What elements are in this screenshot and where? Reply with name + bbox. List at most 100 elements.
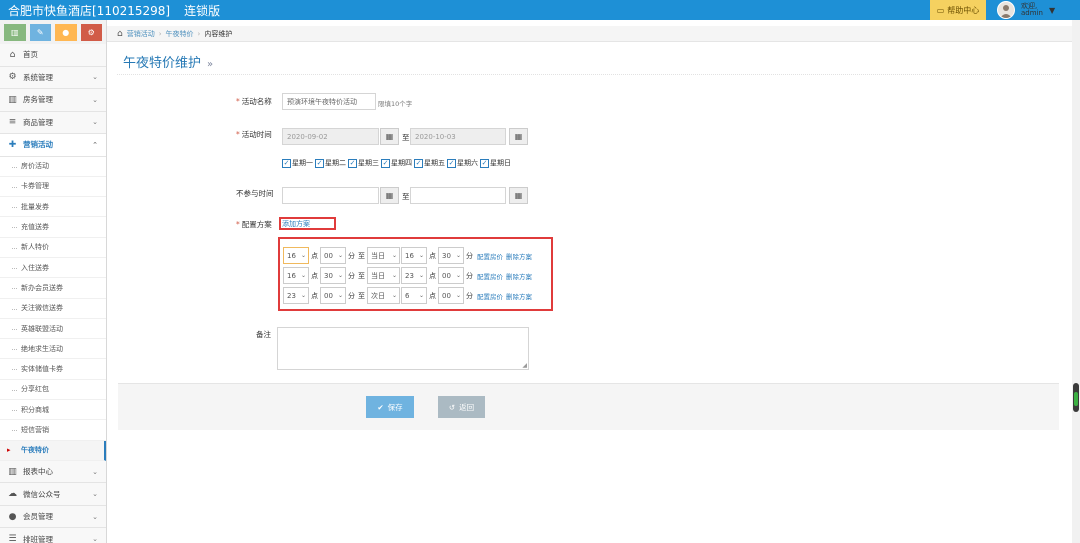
pencil-shortcut-button[interactable]: ✎: [29, 24, 51, 41]
day-select[interactable]: 当日 ⌄: [367, 247, 400, 264]
breadcrumb-midnight-special[interactable]: 午夜特价: [166, 29, 194, 39]
start-date-input[interactable]: 2020-09-02: [282, 128, 379, 145]
delete-plan-link[interactable]: 删除方案: [506, 251, 532, 261]
sidebar-subitem[interactable]: 卡券管理: [0, 176, 106, 198]
username-text: admin: [1021, 9, 1043, 17]
start-minute-select[interactable]: 00 ⌄: [320, 247, 346, 264]
sidebar-subitem-label: 英雄联盟活动: [21, 324, 63, 333]
resize-grip-icon[interactable]: ◢: [522, 362, 527, 369]
end-minute-select[interactable]: 00 ⌄: [438, 267, 464, 284]
delete-plan-link[interactable]: 删除方案: [506, 291, 532, 301]
sidebar-item-wechat[interactable]: ☁ 微信公众号 ⌄: [0, 483, 106, 506]
sidebar-item-members[interactable]: ● 会员管理 ⌄: [0, 505, 106, 529]
sidebar-subitem[interactable]: 房价活动: [0, 156, 106, 177]
sidebar-subitem-midnight-special[interactable]: 午夜特价: [0, 440, 106, 461]
sidebar-subitem[interactable]: 关注微信送券: [0, 298, 106, 319]
users-shortcut-button[interactable]: ●: [55, 24, 77, 41]
minute-unit: 分: [466, 271, 473, 280]
sidebar-subitem[interactable]: 绝地求生活动: [0, 339, 106, 360]
save-button[interactable]: ✔ 保存: [366, 396, 414, 418]
breadcrumb-separator: ›: [197, 29, 201, 38]
start-hour-select[interactable]: 23 ⌄: [283, 287, 309, 304]
remark-label: 备注: [256, 330, 271, 339]
activity-name-input[interactable]: 预演环境午夜特价活动: [282, 93, 376, 110]
checkbox-checked-icon: ✓: [414, 158, 423, 168]
sidebar-item-schedule[interactable]: ☰ 排班管理 ⌄: [0, 528, 106, 543]
page-scrollbar[interactable]: [1072, 20, 1080, 543]
sidebar-subitem[interactable]: 充值送券: [0, 217, 106, 238]
sidebar-subitem[interactable]: 分享红包: [0, 379, 106, 401]
sidebar-subitem-label: 积分商城: [21, 405, 49, 414]
sidebar-subitem-label: 批量发券: [21, 202, 49, 211]
end-hour-select[interactable]: 16 ⌄: [401, 247, 427, 264]
chart-icon: ▥: [10, 28, 19, 37]
calendar-icon[interactable]: ▦: [380, 128, 399, 145]
start-minute-select[interactable]: 00 ⌄: [320, 287, 346, 304]
chart-shortcut-button[interactable]: ▥: [4, 24, 26, 41]
calendar-icon[interactable]: ▦: [509, 187, 528, 204]
sidebar-item-home[interactable]: ⌂ 首页: [0, 44, 106, 67]
sidebar-subitem-label: 绝地求生活动: [21, 344, 63, 353]
hour-unit: 点: [311, 271, 318, 280]
end-hour-select[interactable]: 6 ⌄: [401, 287, 427, 304]
weekday-option[interactable]: ✓ 星期日: [480, 158, 511, 168]
chevron-down-icon: ⌄: [92, 512, 98, 521]
config-price-link[interactable]: 配置房价: [477, 271, 503, 281]
remark-textarea[interactable]: ◢: [277, 327, 529, 370]
sidebar-item-label: 首页: [23, 50, 38, 60]
sidebar-item-marketing[interactable]: ✚ 营销活动 ⌃: [0, 134, 106, 157]
end-hour-select[interactable]: 23 ⌄: [401, 267, 427, 284]
end-minute-select[interactable]: 30 ⌄: [438, 247, 464, 264]
calendar-icon[interactable]: ▦: [380, 187, 399, 204]
weekday-option[interactable]: ✓ 星期五: [414, 158, 445, 168]
start-hour-select[interactable]: 16 ⌄: [283, 267, 309, 284]
back-button[interactable]: ↺ 返回: [438, 396, 485, 418]
sidebar-item-system[interactable]: ⚙ 系统管理 ⌄: [0, 66, 106, 89]
sidebar-subitem[interactable]: 积分商城: [0, 400, 106, 421]
exclude-end-input[interactable]: [410, 187, 506, 204]
bank-icon: ▥: [8, 94, 17, 105]
plan-row: 16 ⌄ 点 00 ⌄ 分至 当日 ⌄ 16 ⌄ 点 30 ⌄ 分 配置房价 删除方案: [283, 247, 532, 264]
app-brand: 合肥市快鱼酒店[110215298] 连锁版: [0, 2, 220, 19]
add-plan-link[interactable]: 添加方案: [279, 217, 336, 230]
sidebar-subitem[interactable]: 英雄联盟活动: [0, 318, 106, 340]
calendar-icon[interactable]: ▦: [509, 128, 528, 145]
edition-label: 连锁版: [184, 3, 221, 18]
home-icon: ⌂: [117, 28, 123, 39]
exclude-start-input[interactable]: [282, 187, 379, 204]
breadcrumb-marketing[interactable]: 营销活动: [127, 29, 155, 39]
sidebar-subitem-label: 分享红包: [21, 385, 49, 394]
date-range-separator: 至: [402, 133, 410, 142]
start-hour-select[interactable]: 16 ⌄: [283, 247, 309, 264]
sidebar-subitem[interactable]: 短信营销: [0, 420, 106, 441]
weekday-option[interactable]: ✓ 星期一: [282, 158, 313, 168]
weekday-option[interactable]: ✓ 星期三: [348, 158, 379, 168]
end-date-input[interactable]: 2020-10-03: [410, 128, 506, 145]
sidebar-subitem[interactable]: 新办会员送券: [0, 278, 106, 299]
weekday-option[interactable]: ✓ 星期六: [447, 158, 478, 168]
cogs-shortcut-button[interactable]: ⚙: [80, 24, 102, 41]
day-select[interactable]: 当日 ⌄: [367, 267, 400, 284]
config-price-link[interactable]: 配置房价: [477, 251, 503, 261]
sidebar-subitem[interactable]: 批量发券: [0, 197, 106, 218]
sidebar-item-reports[interactable]: ▥ 报表中心 ⌄: [0, 460, 106, 484]
page-title-text: 午夜特价维护: [123, 56, 202, 71]
sidebar-subitem[interactable]: 入住送券: [0, 257, 106, 279]
config-price-link[interactable]: 配置房价: [477, 291, 503, 301]
sidebar-item-goods[interactable]: ≡ 商品管理 ⌄: [0, 111, 106, 134]
start-minute-select[interactable]: 30 ⌄: [320, 267, 346, 284]
day-select[interactable]: 次日 ⌄: [367, 287, 400, 304]
sidebar-item-rooms[interactable]: ▥ 房务管理 ⌄: [0, 89, 106, 112]
help-center-button[interactable]: ▭ 帮助中心: [930, 0, 986, 20]
checkbox-checked-icon: ✓: [315, 158, 324, 168]
weekday-option[interactable]: ✓ 星期四: [381, 158, 412, 168]
weekday-option[interactable]: ✓ 星期二: [315, 158, 346, 168]
sidebar-subitem[interactable]: 新人特价: [0, 237, 106, 258]
delete-plan-link[interactable]: 删除方案: [506, 271, 532, 281]
sidebar-subitem[interactable]: 实体储值卡券: [0, 359, 106, 380]
avatar: [997, 1, 1015, 19]
sidebar-item-label: 房务管理: [23, 95, 53, 105]
minute-unit: 分: [466, 291, 473, 300]
end-minute-select[interactable]: 00 ⌄: [438, 287, 464, 304]
user-menu[interactable]: 欢迎, admin ▼: [992, 0, 1080, 20]
